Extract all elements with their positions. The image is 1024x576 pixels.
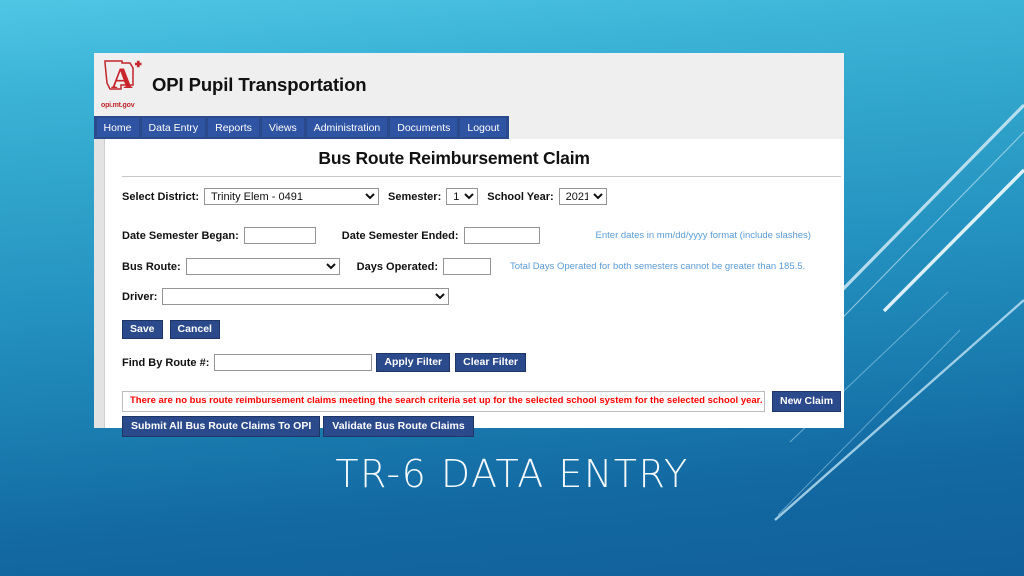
semester-dropdown[interactable]: 1 [446, 188, 479, 205]
bus-route-dropdown[interactable] [185, 258, 340, 275]
title-divider [122, 176, 842, 177]
dates-format-hint: Enter dates in mm/dd/yyyy format (includ… [595, 230, 811, 241]
page-title: Bus Route Reimbursement Claim [318, 148, 590, 168]
row-save-cancel: Save Cancel [122, 320, 841, 339]
driver-dropdown[interactable] [162, 288, 450, 305]
school-year-dropdown[interactable]: 2021 [558, 188, 607, 205]
row-driver: Driver: [122, 288, 841, 305]
select-district-dropdown[interactable]: Trinity Elem - 0491 [204, 188, 380, 205]
new-claim-button[interactable]: New Claim [772, 391, 842, 412]
no-claims-message: There are no bus route reimbursement cla… [122, 391, 765, 412]
nav-item-reports[interactable]: Reports [208, 118, 259, 137]
nav-item-views[interactable]: Views [261, 118, 304, 137]
school-year-label: School Year: [487, 190, 554, 203]
row-find-by-route: Find By Route #: Apply Filter Clear Filt… [122, 353, 841, 372]
days-operated-hint: Total Days Operated for both semesters c… [509, 261, 806, 272]
nav-bar: Home Data Entry Reports Views Administra… [94, 116, 509, 139]
nav-item-administration[interactable]: Administration [306, 118, 388, 137]
submit-all-claims-button[interactable]: Submit All Bus Route Claims To OPI [122, 416, 321, 437]
clear-filter-button[interactable]: Clear Filter [455, 353, 527, 372]
opi-logo-url-text: opi.mt.gov [101, 101, 135, 109]
bus-route-label: Bus Route: [122, 260, 181, 273]
nav-item-logout[interactable]: Logout [460, 118, 507, 137]
date-semester-ended-input[interactable] [463, 227, 540, 244]
row-bus-route: Bus Route: Days Operated: Total Days Ope… [122, 258, 841, 275]
opi-logo: A opi.mt.gov [100, 59, 148, 111]
find-by-route-input[interactable] [214, 354, 373, 371]
row-district-selection: Select District: Trinity Elem - 0491 Sem… [122, 188, 841, 205]
app-title: OPI Pupil Transportation [152, 73, 367, 95]
select-district-label: Select District: [122, 190, 200, 203]
days-operated-label: Days Operated: [356, 260, 438, 273]
cancel-button[interactable]: Cancel [169, 320, 220, 339]
content-main: Bus Route Reimbursement Claim Select Dis… [105, 139, 847, 437]
validate-claims-button[interactable]: Validate Bus Route Claims [323, 416, 474, 437]
row-message: There are no bus route reimbursement cla… [122, 391, 842, 412]
svg-text:A: A [111, 62, 133, 95]
nav-item-data-entry[interactable]: Data Entry [141, 118, 206, 137]
apply-filter-button[interactable]: Apply Filter [376, 353, 451, 372]
driver-label: Driver: [122, 290, 158, 303]
row-bottom-actions: Submit All Bus Route Claims To OPI Valid… [122, 416, 841, 437]
find-by-route-label: Find By Route #: [122, 356, 210, 369]
row-semester-dates: Date Semester Began: Date Semester Ended… [122, 227, 841, 244]
nav-item-documents[interactable]: Documents [390, 118, 458, 137]
date-ended-label: Date Semester Ended: [341, 229, 459, 242]
semester-label: Semester: [388, 190, 442, 203]
nav-item-home[interactable]: Home [96, 118, 139, 137]
days-operated-input[interactable] [442, 258, 491, 275]
nav-bar-wrap: Home Data Entry Reports Views Administra… [94, 116, 844, 139]
opi-a-plus-montana-logo-icon: A [104, 59, 142, 95]
application-window: A opi.mt.gov OPI Pupil Transportation Ho… [94, 53, 847, 437]
date-began-label: Date Semester Began: [122, 229, 239, 242]
left-gutter [94, 139, 105, 428]
content-area: Bus Route Reimbursement Claim Select Dis… [94, 139, 847, 437]
app-header: A opi.mt.gov OPI Pupil Transportation [94, 53, 844, 116]
slide-caption: TR-6 DATA ENTRY [335, 452, 689, 496]
save-button[interactable]: Save [122, 320, 163, 339]
date-semester-began-input[interactable] [243, 227, 316, 244]
